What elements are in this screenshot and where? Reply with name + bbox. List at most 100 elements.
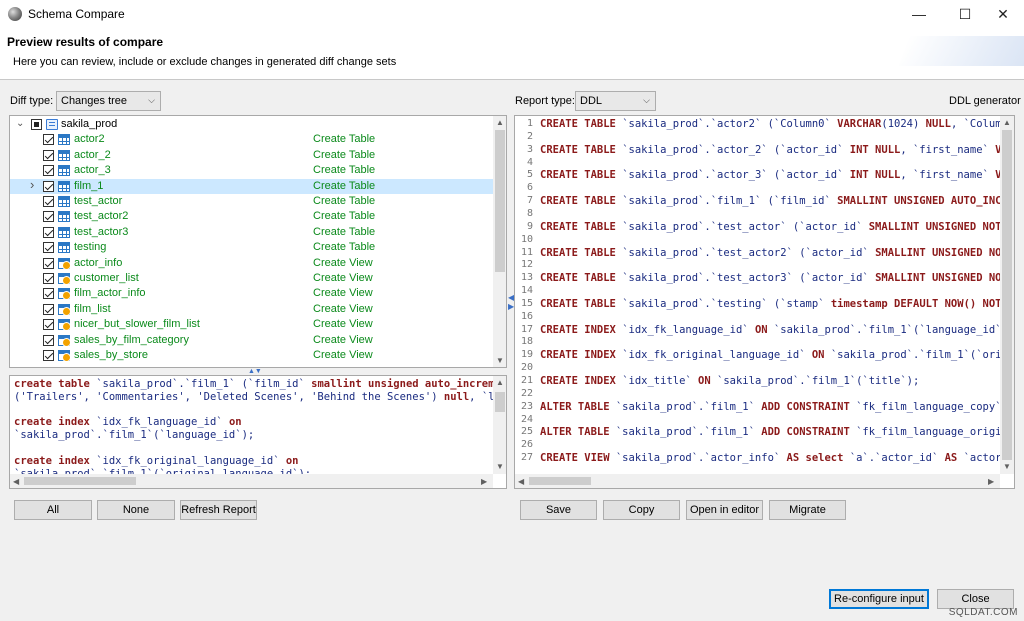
tree-item-action: Create Table [313, 148, 376, 161]
save-button[interactable]: Save [520, 500, 597, 520]
scroll-up-icon[interactable]: ▲ [496, 118, 504, 127]
expand-icon[interactable]: › [30, 177, 34, 192]
tree-root-label: sakila_prod [61, 118, 118, 130]
item-checkbox[interactable] [43, 242, 54, 254]
item-checkbox[interactable] [43, 350, 54, 361]
close-window-button[interactable]: ✕ [980, 0, 1024, 28]
migrate-button[interactable]: Migrate [769, 500, 846, 520]
report-vertical-scrollbar[interactable]: ▲ ▼ [1000, 116, 1014, 474]
minimize-button[interactable]: — [896, 0, 942, 28]
line-number: 17 [520, 323, 533, 335]
changes-tree[interactable]: ⌄ sakila_prod actor2 Create Table actor_2 C… [9, 115, 507, 368]
report-line: CREATE VIEW `sakila_prod`.`actor_info` A… [540, 452, 1014, 465]
ddl-preview-vertical-scrollbar[interactable]: ▲ ▼ [493, 376, 506, 474]
scroll-down-icon[interactable]: ▼ [496, 462, 504, 471]
tree-item-film-1[interactable]: › film_1 Create Table [10, 177, 493, 194]
report-line: CREATE TABLE `sakila_prod`.`actor_2` (`a… [540, 143, 1014, 156]
tree-item-actor-3[interactable]: actor_3 Create Table [10, 163, 493, 178]
sql-text: `fk_film_language_copy` [856, 400, 1008, 413]
reconfigure-input-button[interactable]: Re-configure input [829, 589, 929, 609]
item-checkbox[interactable] [43, 226, 54, 238]
tree-item-test-actor3[interactable]: test_actor3 Create Table [10, 225, 493, 240]
sql-text: `sakila_prod`.`film_1`(`language_id`); [14, 429, 255, 442]
diff-type-select[interactable]: Changes tree ⌵ [56, 91, 161, 111]
close-button[interactable]: Close [937, 589, 1014, 609]
chevron-down-icon: ⌵ [643, 95, 650, 105]
tree-item-testing[interactable]: testing Create Table [10, 240, 493, 255]
item-checkbox[interactable] [43, 196, 54, 207]
item-checkbox[interactable] [43, 319, 54, 331]
report-hscroll-thumb[interactable] [529, 477, 591, 485]
scroll-right-icon[interactable]: ▶ [988, 477, 994, 486]
item-checkbox[interactable] [43, 149, 54, 161]
sql-text: `sakila_prod`.`test_actor3` (`actor_id` [622, 272, 876, 285]
tree-item-customer-list[interactable]: customer_list Create View [10, 271, 493, 286]
line-number: 24 [520, 413, 533, 425]
sql-text: `sakila_prod`.`actor_2` (`actor_id` [622, 143, 850, 156]
line-number: 12 [520, 259, 533, 271]
report-horizontal-scrollbar[interactable]: ◀ ▶ [515, 474, 1000, 488]
sql-text: `sakila_prod`.`test_actor` (`actor_id` [622, 220, 869, 233]
scroll-left-icon[interactable]: ◀ [518, 477, 524, 486]
ddl-preview-scroll-thumb[interactable] [495, 392, 505, 412]
sql-text: `idx_fk_language_id` [622, 323, 755, 336]
scroll-up-icon[interactable]: ▲ [1003, 118, 1011, 127]
collapse-icon[interactable]: ⌄ [16, 118, 24, 129]
tree-item-test-actor[interactable]: test_actor Create Table [10, 194, 493, 209]
refresh-report-button[interactable]: Refresh Report [180, 500, 257, 520]
root-checkbox[interactable] [31, 119, 42, 130]
line-number: 8 [526, 207, 533, 219]
sql-text: `sakila_prod`.`film_1` (`film_id` [622, 195, 838, 208]
ddl-preview[interactable]: create table `sakila_prod`.`film_1` (`fi… [9, 375, 507, 489]
scroll-up-icon[interactable]: ▲ [496, 378, 504, 387]
sql-text: `fk_film_language_original_ [856, 426, 1015, 439]
item-checkbox[interactable] [43, 273, 54, 284]
page-subtitle: Here you can review, include or exclude … [13, 56, 397, 68]
item-checkbox[interactable] [43, 211, 54, 223]
line-number: 27 [520, 452, 533, 464]
scroll-down-icon[interactable]: ▼ [496, 356, 504, 365]
tree-scroll-thumb[interactable] [495, 130, 505, 272]
item-checkbox[interactable] [43, 134, 54, 146]
select-all-button[interactable]: All [14, 500, 92, 520]
tree-vertical-scrollbar[interactable]: ▲ ▼ [493, 116, 506, 367]
item-checkbox[interactable] [43, 288, 54, 300]
item-checkbox[interactable] [43, 334, 54, 346]
report-scroll-thumb[interactable] [1002, 130, 1012, 460]
tree-item-nicer-but-slower-film-list[interactable]: nicer_but_slower_film_list Create View [10, 317, 493, 332]
diff-type-value: Changes tree [61, 95, 128, 107]
item-checkbox[interactable] [43, 257, 54, 269]
table-icon [58, 149, 70, 161]
tree-root-row[interactable]: ⌄ sakila_prod [10, 117, 493, 132]
tree-item-film-list[interactable]: film_list Create View [10, 302, 493, 317]
report-type-select[interactable]: DDL ⌵ [575, 91, 656, 111]
ddl-report[interactable]: 1 CREATE TABLE `sakila_prod`.`actor2` (`C… [514, 115, 1015, 489]
tree-item-actor-info[interactable]: actor_info Create View [10, 256, 493, 271]
copy-button[interactable]: Copy [603, 500, 680, 520]
tree-item-sales-by-film-category[interactable]: sales_by_film_category Create View [10, 333, 493, 348]
tree-item-film-actor-info[interactable]: film_actor_info Create View [10, 286, 493, 301]
tree-item-actor2[interactable]: actor2 Create Table [10, 132, 493, 147]
sql-keyword: NULL [925, 118, 951, 130]
sql-keyword: INT NULL [849, 169, 901, 182]
sql-keyword: on [228, 416, 242, 429]
splitter-handle-icon[interactable]: ▲▼ [248, 368, 262, 375]
scroll-down-icon[interactable]: ▼ [1003, 462, 1011, 471]
item-checkbox[interactable] [43, 180, 54, 192]
scroll-left-icon[interactable]: ◀ [13, 477, 19, 486]
line-number: 10 [520, 233, 533, 245]
ddl-preview-hscroll-thumb[interactable] [24, 477, 136, 485]
tree-item-test-actor2[interactable]: test_actor2 Create Table [10, 209, 493, 224]
sql-keyword: CREATE TABLE [540, 246, 623, 259]
tree-item-actor-2[interactable]: actor_2 Create Table [10, 148, 493, 163]
tree-item-sales-by-store[interactable]: sales_by_store Create View [10, 348, 493, 363]
ddl-preview-horizontal-scrollbar[interactable]: ◀ ▶ [10, 474, 493, 488]
open-in-editor-button[interactable]: Open in editor [686, 500, 763, 520]
item-checkbox[interactable] [43, 303, 54, 315]
sql-text: `sakila_prod`.`film_1`(`language_id`); [773, 323, 1015, 336]
scroll-right-icon[interactable]: ▶ [481, 477, 487, 486]
select-none-button[interactable]: None [97, 500, 175, 520]
item-checkbox[interactable] [43, 165, 54, 177]
page-title: Preview results of compare [7, 35, 164, 49]
sql-keyword: CREATE VIEW [540, 452, 616, 465]
